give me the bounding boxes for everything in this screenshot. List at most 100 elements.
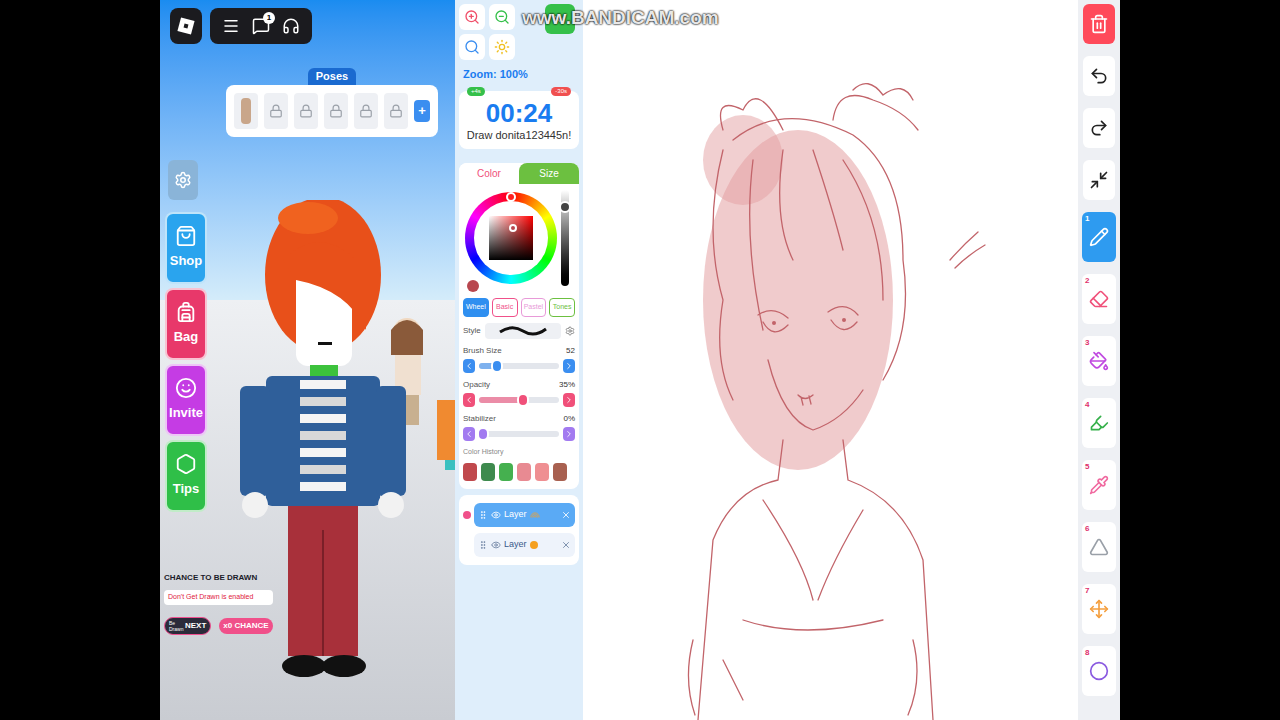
pose-slot[interactable] [234, 93, 258, 129]
decrease-button[interactable] [463, 427, 475, 441]
redo-button[interactable] [1083, 108, 1115, 148]
pose-slot[interactable] [354, 93, 378, 129]
brush-style-picker[interactable] [485, 323, 561, 339]
collapse-icon [1089, 170, 1109, 190]
pen-icon [1089, 227, 1109, 247]
time-bonus: +4s [467, 87, 485, 96]
zoom-in-icon [464, 9, 480, 25]
slider-row: Brush Size 52 [459, 345, 579, 373]
color-swatch[interactable] [535, 463, 549, 481]
trash-button[interactable] [1083, 4, 1115, 44]
slider-track[interactable] [479, 397, 559, 403]
redo-icon [1089, 118, 1109, 138]
delete-layer-icon[interactable] [561, 510, 571, 520]
palette-tab[interactable]: Pastel [521, 298, 547, 317]
panel-tab[interactable]: Color [459, 163, 519, 184]
hue-marker[interactable] [506, 192, 516, 202]
color-wheel[interactable] [465, 192, 557, 284]
delete-layer-icon[interactable] [561, 540, 571, 550]
tool-button[interactable]: 8 [1082, 646, 1116, 696]
zoom-button[interactable] [459, 4, 485, 30]
layer-row[interactable]: Layer [474, 533, 575, 557]
increase-button[interactable] [563, 393, 575, 407]
drag-handle-icon[interactable] [478, 510, 488, 520]
voice-icon[interactable] [282, 17, 300, 35]
side-button[interactable]: Invite [165, 364, 207, 436]
palette-tab[interactable]: Basic [492, 298, 518, 317]
slider-row: Stabilizer0% [459, 413, 579, 441]
tool-button[interactable]: 1 [1082, 212, 1116, 262]
gear-icon[interactable] [565, 326, 575, 336]
side-button[interactable]: Bag [165, 288, 207, 360]
side-button-label: Invite [169, 403, 203, 423]
chance-multiplier[interactable]: x0 CHANCE [219, 618, 272, 634]
roblox-menu-button[interactable] [170, 8, 202, 44]
add-pose-button[interactable]: + [414, 100, 430, 122]
layer-row[interactable]: Layer [474, 503, 575, 527]
tool-button[interactable]: 3 [1082, 336, 1116, 386]
color-swatch[interactable] [517, 463, 531, 481]
lock-icon [359, 104, 373, 118]
color-swatch[interactable] [463, 463, 477, 481]
shape-icon [1089, 661, 1109, 681]
decrease-button[interactable] [463, 393, 475, 407]
hamburger-icon[interactable] [222, 17, 240, 35]
settings-button[interactable] [168, 160, 198, 200]
eraser-icon [1089, 289, 1109, 309]
slider-track[interactable] [479, 363, 559, 369]
pose-slot[interactable] [324, 93, 348, 129]
tool-button[interactable]: 4 [1082, 398, 1116, 448]
tool-number: 2 [1085, 275, 1089, 287]
increase-button[interactable] [563, 427, 575, 441]
slider-knob[interactable] [517, 393, 529, 407]
slider-label: Brush Size [463, 345, 502, 357]
eye-icon[interactable] [491, 540, 501, 550]
brightness-slider[interactable] [561, 190, 569, 286]
color-swatch[interactable] [553, 463, 567, 481]
undo-icon [1089, 66, 1109, 86]
slider-track[interactable] [479, 431, 559, 437]
eye-icon[interactable] [491, 510, 501, 520]
palette-tab[interactable]: Tones [549, 298, 575, 317]
tool-button[interactable]: 2 [1082, 274, 1116, 324]
chance-title: CHANCE TO BE DRAWN [164, 572, 273, 584]
tool-button[interactable]: 5 [1082, 460, 1116, 510]
drawing-canvas[interactable] [583, 0, 1078, 720]
watermark: www.BANDICAM.com [522, 4, 719, 33]
pose-slot[interactable] [294, 93, 318, 129]
left-hud: ShopBag Invite Tips [165, 160, 207, 512]
color-swatch[interactable] [481, 463, 495, 481]
color-swatch[interactable] [499, 463, 513, 481]
slider-reading: 52 [566, 345, 575, 357]
collapse-button[interactable] [1083, 160, 1115, 200]
decrease-button[interactable] [463, 359, 475, 373]
right-arrow-icon [564, 361, 574, 371]
zoom-button[interactable] [459, 34, 485, 60]
sketch-drawing[interactable] [583, 0, 1078, 720]
next-button[interactable]: Be DrawnNEXT [164, 617, 211, 635]
lock-icon [269, 104, 283, 118]
slider-knob[interactable] [477, 427, 489, 441]
layers-card: Layer Layer [459, 495, 579, 565]
saturation-square[interactable] [489, 216, 533, 260]
drag-handle-icon[interactable] [478, 540, 488, 550]
undo-button[interactable] [1083, 56, 1115, 96]
panel-tab[interactable]: Size [519, 163, 579, 184]
pose-slot[interactable] [264, 93, 288, 129]
lock-icon [329, 104, 343, 118]
tool-button[interactable]: 7 [1082, 584, 1116, 634]
player-avatar [238, 200, 408, 680]
increase-button[interactable] [563, 359, 575, 373]
tool-button[interactable]: 6 [1082, 522, 1116, 572]
rainbow-icon [530, 510, 540, 520]
pose-slot[interactable] [384, 93, 408, 129]
poses-panel: Poses+ [226, 68, 438, 137]
palette-tab[interactable]: Wheel [463, 298, 489, 317]
zoom-button[interactable] [489, 4, 515, 30]
side-button[interactable]: Shop [165, 212, 207, 284]
zoom-button[interactable] [489, 34, 515, 60]
slider-knob[interactable] [491, 359, 503, 373]
letterbox-right [1120, 0, 1280, 720]
side-button[interactable]: Tips [165, 440, 207, 512]
brightness-knob[interactable] [559, 201, 571, 213]
